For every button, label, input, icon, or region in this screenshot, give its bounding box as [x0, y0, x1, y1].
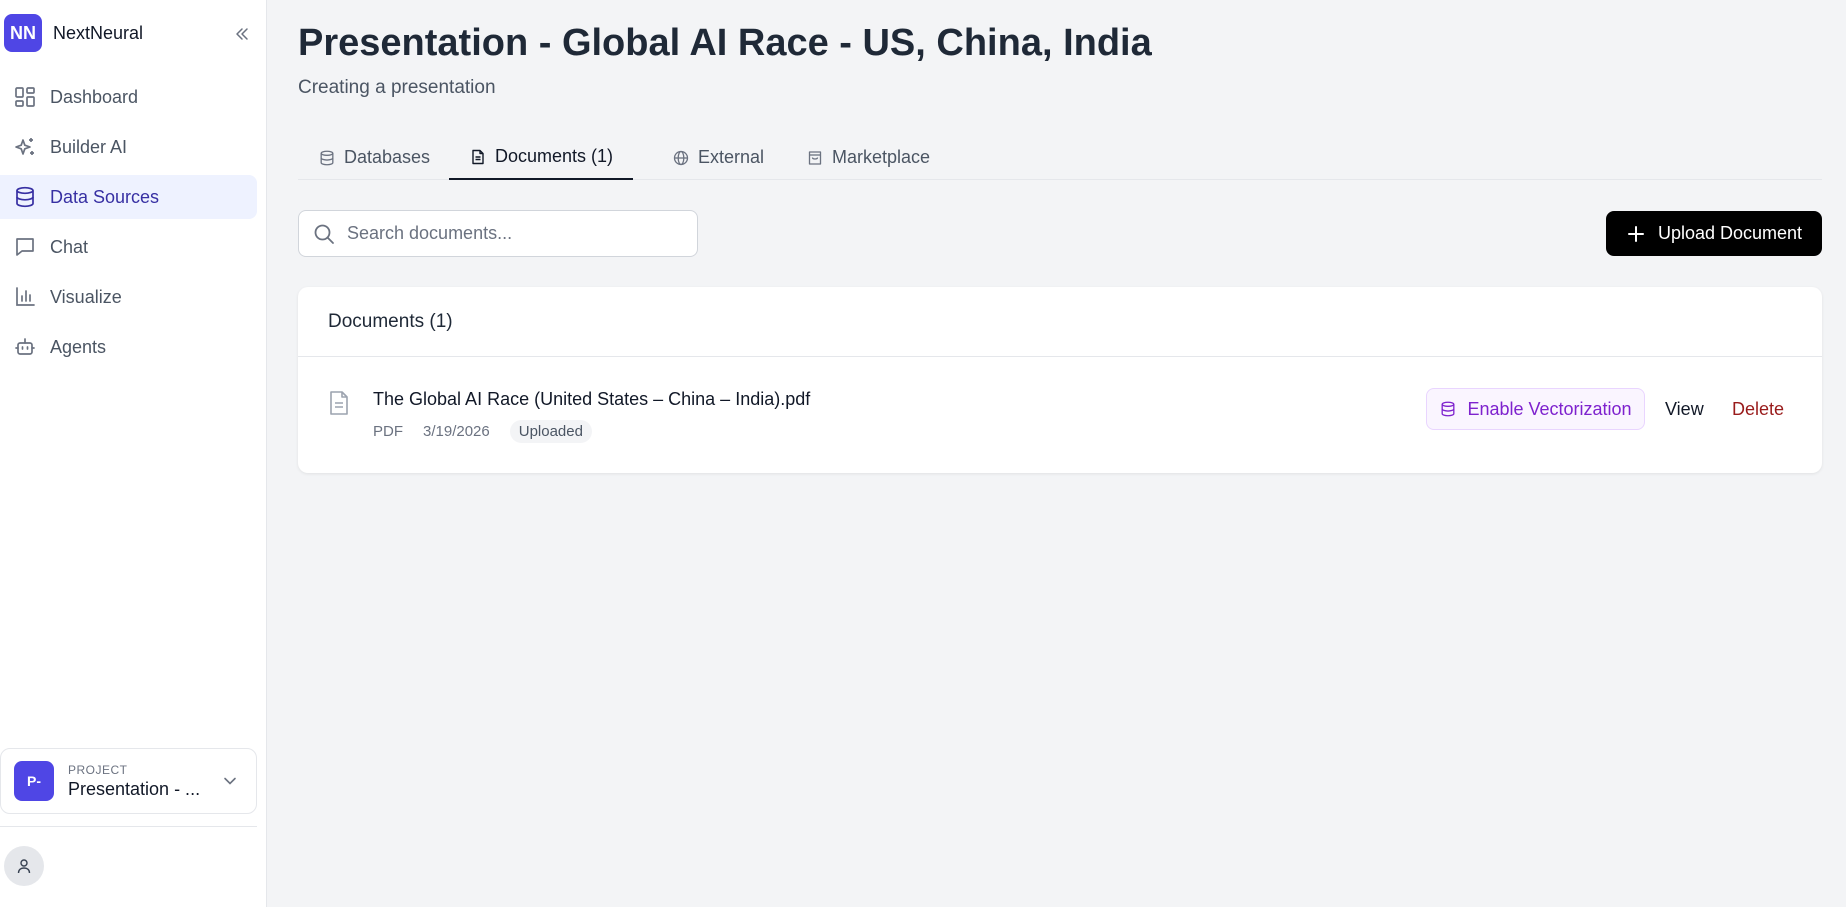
- sidebar-item-visualize[interactable]: Visualize: [0, 275, 257, 319]
- search-box[interactable]: [298, 210, 698, 257]
- enable-vectorization-button[interactable]: Enable Vectorization: [1426, 388, 1645, 430]
- sidebar-item-label: Dashboard: [50, 86, 139, 107]
- project-text: PROJECT Presentation - ...: [68, 763, 200, 800]
- document-meta: PDF 3/19/2026 Uploaded: [373, 420, 592, 443]
- chat-icon: [14, 236, 36, 258]
- status-badge: Uploaded: [509, 420, 592, 443]
- shopping-bag-icon: [806, 149, 824, 167]
- sidebar: NN NextNeural Dashboard Builder AI Data …: [0, 0, 267, 907]
- tab-documents[interactable]: Documents (1): [449, 135, 634, 180]
- sidebar-item-label: Builder AI: [50, 136, 128, 157]
- database-icon: [14, 186, 36, 208]
- document-name[interactable]: The Global AI Race (United States – Chin…: [373, 389, 810, 410]
- main-content: Presentation - Global AI Race - US, Chin…: [298, 0, 1822, 907]
- user-avatar[interactable]: [4, 846, 44, 886]
- sidebar-divider: [0, 826, 257, 827]
- tab-bar: Databases Documents (1) External Marketp…: [298, 135, 1822, 180]
- upload-document-label: Upload Document: [1657, 223, 1803, 243]
- documents-card: Documents (1) The Global AI Race (United…: [298, 287, 1822, 473]
- document-type: PDF: [373, 423, 403, 440]
- globe-icon: [672, 149, 690, 167]
- document-date: 3/19/2026: [423, 423, 490, 440]
- plus-icon: [1626, 224, 1646, 244]
- tab-label: External: [698, 147, 765, 167]
- sidebar-item-data-sources[interactable]: Data Sources: [0, 175, 257, 219]
- tab-label: Marketplace: [832, 147, 931, 167]
- bar-chart-icon: [14, 286, 36, 308]
- page-title: Presentation - Global AI Race - US, Chin…: [298, 22, 1152, 64]
- tab-external[interactable]: External: [652, 135, 784, 180]
- sidebar-item-label: Chat: [50, 236, 89, 257]
- bot-icon: [14, 336, 36, 358]
- sidebar-item-agents[interactable]: Agents: [0, 325, 257, 369]
- project-avatar: P-: [14, 761, 54, 801]
- search-input[interactable]: [347, 223, 677, 244]
- documents-card-title: Documents (1): [298, 287, 1822, 357]
- sidebar-item-dashboard[interactable]: Dashboard: [0, 75, 257, 119]
- project-name: Presentation - ...: [68, 778, 201, 799]
- sidebar-item-label: Data Sources: [50, 186, 160, 207]
- sidebar-item-builder-ai[interactable]: Builder AI: [0, 125, 257, 169]
- project-kicker: PROJECT: [68, 762, 128, 777]
- brand: NN NextNeural: [4, 14, 259, 52]
- search-icon: [313, 223, 335, 245]
- tab-databases[interactable]: Databases: [298, 135, 450, 180]
- brand-name: NextNeural: [53, 22, 144, 43]
- document-row: The Global AI Race (United States – Chin…: [298, 357, 1822, 472]
- file-icon: [328, 390, 350, 416]
- sidebar-item-label: Agents: [50, 336, 107, 357]
- document-icon: [469, 148, 487, 166]
- sidebar-nav: Dashboard Builder AI Data Sources Chat V…: [0, 75, 267, 375]
- view-button[interactable]: View: [1665, 399, 1704, 420]
- sidebar-item-label: Visualize: [50, 286, 122, 307]
- sparkles-icon: [14, 136, 36, 158]
- sidebar-item-chat[interactable]: Chat: [0, 225, 257, 269]
- chevron-down-icon: [220, 771, 240, 791]
- delete-button[interactable]: Delete: [1732, 399, 1784, 420]
- enable-vectorization-label: Enable Vectorization: [1467, 398, 1632, 419]
- database-icon: [318, 149, 336, 167]
- tab-label: Documents (1): [495, 146, 614, 166]
- brand-logo[interactable]: NN: [4, 14, 42, 52]
- project-switcher[interactable]: P- PROJECT Presentation - ...: [0, 748, 257, 814]
- tab-label: Databases: [344, 147, 431, 167]
- page-subtitle: Creating a presentation: [298, 77, 496, 98]
- upload-document-button[interactable]: Upload Document: [1606, 211, 1822, 256]
- dashboard-icon: [14, 86, 36, 108]
- collapse-sidebar-icon[interactable]: [231, 23, 253, 45]
- tab-marketplace[interactable]: Marketplace: [786, 135, 950, 180]
- database-icon: [1439, 400, 1457, 418]
